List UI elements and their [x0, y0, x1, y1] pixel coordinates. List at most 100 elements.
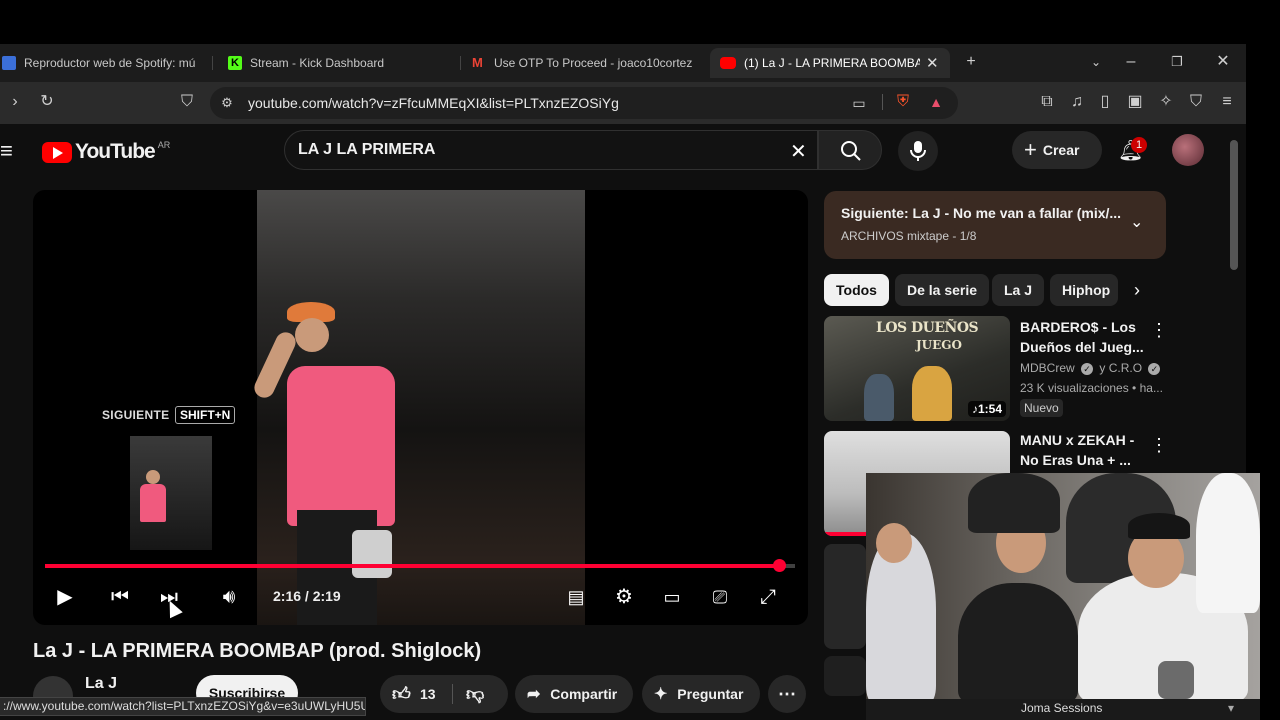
like-count: 13: [420, 686, 436, 702]
tab-youtube-active[interactable]: (1) La J - LA PRIMERA BOOMBAP ✕: [710, 48, 950, 78]
hamburger-menu-icon[interactable]: ≡: [0, 140, 13, 162]
new-tab-icon[interactable]: +: [960, 52, 982, 72]
brave-rewards-icon[interactable]: ▲: [925, 92, 947, 112]
like-dislike-group: 👍︎ 13 👎︎: [380, 675, 508, 713]
dislike-thumb-icon[interactable]: 👎︎: [466, 675, 484, 713]
tab-search-chevron-icon[interactable]: ⌄: [1085, 52, 1107, 72]
tab-spotify[interactable]: Reproductor web de Spotify: mú: [2, 48, 200, 78]
fullscreen-icon[interactable]: ⤢: [753, 585, 783, 609]
webcam-footer-bar: Joma Sessions ▾: [866, 699, 1260, 720]
new-badge: Nuevo: [1020, 399, 1063, 417]
create-button[interactable]: + Crear: [1012, 131, 1102, 169]
more-actions-icon[interactable]: ⋯: [768, 675, 806, 713]
media-icon[interactable]: ♫: [1066, 92, 1088, 112]
channel-name[interactable]: La J: [85, 675, 117, 693]
black-cap: [1128, 513, 1190, 539]
restore-icon[interactable]: ❐: [1166, 52, 1188, 72]
sidebar-icon[interactable]: ▯: [1094, 92, 1116, 112]
minimize-icon[interactable]: –: [1120, 52, 1142, 72]
microphone-icon: [910, 141, 926, 161]
video-title: La J - LA PRIMERA BOOMBAP (prod. Shigloc…: [33, 640, 482, 662]
share-label: Compartir: [550, 686, 618, 702]
theater-mode-icon[interactable]: ▭: [657, 585, 687, 609]
window-close-icon[interactable]: ✕: [1212, 52, 1234, 72]
recommendation-thumbnail[interactable]: [824, 656, 866, 696]
recommendation-title-line[interactable]: No Eras Una + ...: [1020, 450, 1131, 470]
bookmark-icon[interactable]: ⛉: [176, 92, 198, 112]
share-button[interactable]: ➦ Compartir: [515, 675, 633, 713]
recommendation-menu-icon[interactable]: ⋮: [1150, 435, 1168, 456]
recommendation-title-line[interactable]: Dueños del Jueg...: [1020, 337, 1144, 357]
verified-check-icon: ✓: [1081, 363, 1094, 375]
webcam-overlay: Joma Sessions: [866, 473, 1260, 699]
recommendation-channel[interactable]: MDBCrew ✓ y C.R.O ✓: [1020, 361, 1161, 375]
like-divider: [452, 684, 453, 704]
time-display: 2:16 / 2:19: [273, 588, 341, 604]
extensions-icon[interactable]: ⧉: [1036, 92, 1058, 112]
recommendation-title-line[interactable]: MANU x ZEKAH -: [1020, 430, 1134, 450]
expand-playlist-icon[interactable]: ⌄: [1130, 212, 1143, 232]
thumbnail-text: LOS DUEÑOS: [876, 320, 979, 336]
person-edge: [1196, 473, 1260, 613]
recommendation-menu-icon[interactable]: ⋮: [1150, 320, 1168, 341]
tab-label: (1) La J - LA PRIMERA BOOMBAP: [744, 56, 920, 70]
recommendation-views: 23 K visualizaciones • ha...: [1020, 381, 1163, 395]
tab-kick[interactable]: K Stream - Kick Dashboard: [228, 48, 453, 78]
search-icon: [841, 141, 861, 161]
leo-ai-icon[interactable]: ✧: [1155, 92, 1177, 112]
chips-next-arrow-icon[interactable]: ›: [1134, 280, 1140, 301]
brave-shield-icon[interactable]: ⛨: [892, 92, 914, 112]
link-status-bar: ://www.youtube.com/watch?list=PLTxnzEZOS…: [0, 697, 366, 716]
youtube-icon: [720, 57, 736, 69]
page-scrollbar[interactable]: [1230, 140, 1238, 270]
site-info-icon[interactable]: ⚙: [216, 93, 238, 113]
reload-icon[interactable]: ↻: [36, 92, 58, 112]
wallet-icon[interactable]: ▣: [1124, 92, 1146, 112]
sparkle-icon: ✦: [654, 686, 668, 703]
ask-button[interactable]: ✦ Preguntar: [642, 675, 760, 713]
settings-gear-icon[interactable]: ⚙: [609, 585, 639, 609]
account-avatar[interactable]: [1172, 134, 1204, 166]
logo-text: YouTube: [75, 140, 156, 163]
like-thumb-icon[interactable]: 👍︎: [392, 675, 411, 713]
verified-check-icon: ✓: [1148, 363, 1161, 375]
subtitles-icon[interactable]: ▤: [561, 585, 591, 609]
person-back: [968, 473, 1060, 533]
cast-icon[interactable]: ⎚: [705, 585, 735, 609]
recommendation-thumbnail[interactable]: LOS DUEÑOS JUEGO ♪1:54: [824, 316, 1010, 421]
vpn-icon[interactable]: ⛉: [1185, 92, 1207, 112]
recommendation-thumbnail[interactable]: [824, 544, 866, 649]
create-label: Crear: [1042, 142, 1080, 158]
forward-icon[interactable]: ›: [4, 92, 26, 112]
youtube-play-logo-icon: [42, 141, 72, 163]
previous-icon[interactable]: ⏮︎: [105, 585, 135, 609]
browser-menu-icon[interactable]: ≡: [1216, 92, 1238, 112]
gmail-icon: M: [472, 55, 483, 70]
youtube-logo[interactable]: YouTube AR: [42, 140, 170, 164]
volume-icon[interactable]: 🔊︎: [214, 585, 244, 609]
progress-scrubber[interactable]: [773, 559, 786, 572]
cast-tab-icon[interactable]: ▭: [848, 93, 870, 113]
share-arrow-icon: ➦: [527, 686, 541, 703]
clear-search-icon[interactable]: ✕: [790, 139, 807, 164]
url-text[interactable]: youtube.com/watch?v=zFfcuMMEqXI&list=PLT…: [248, 95, 619, 111]
search-button[interactable]: [818, 130, 882, 170]
next-video-preview[interactable]: [130, 436, 212, 550]
chip-la-j[interactable]: La J: [992, 274, 1045, 306]
duration-text: 1:54: [977, 402, 1002, 416]
chip-de-la-serie[interactable]: De la serie: [895, 274, 990, 306]
toolbar-divider: [882, 94, 883, 110]
close-tab-icon[interactable]: ✕: [926, 54, 939, 72]
tab-divider: [212, 56, 213, 70]
recommendation-title-line[interactable]: BARDERO$ - Los: [1020, 317, 1136, 337]
search-query: LA J LA PRIMERA: [298, 141, 436, 158]
playlist-up-next-card[interactable]: [824, 191, 1166, 259]
tab-gmail[interactable]: M Use OTP To Proceed - joaco10cortez: [472, 48, 696, 78]
preview-head: [146, 470, 160, 484]
chip-hiphop[interactable]: Hiphop: [1050, 274, 1118, 306]
voice-search-button[interactable]: [898, 131, 938, 171]
thumbnail-figure: [864, 374, 894, 421]
play-icon[interactable]: ▶: [50, 585, 80, 609]
chip-todos[interactable]: Todos: [824, 274, 889, 306]
up-next-subtitle: ARCHIVOS mixtape - 1/8: [841, 229, 977, 243]
